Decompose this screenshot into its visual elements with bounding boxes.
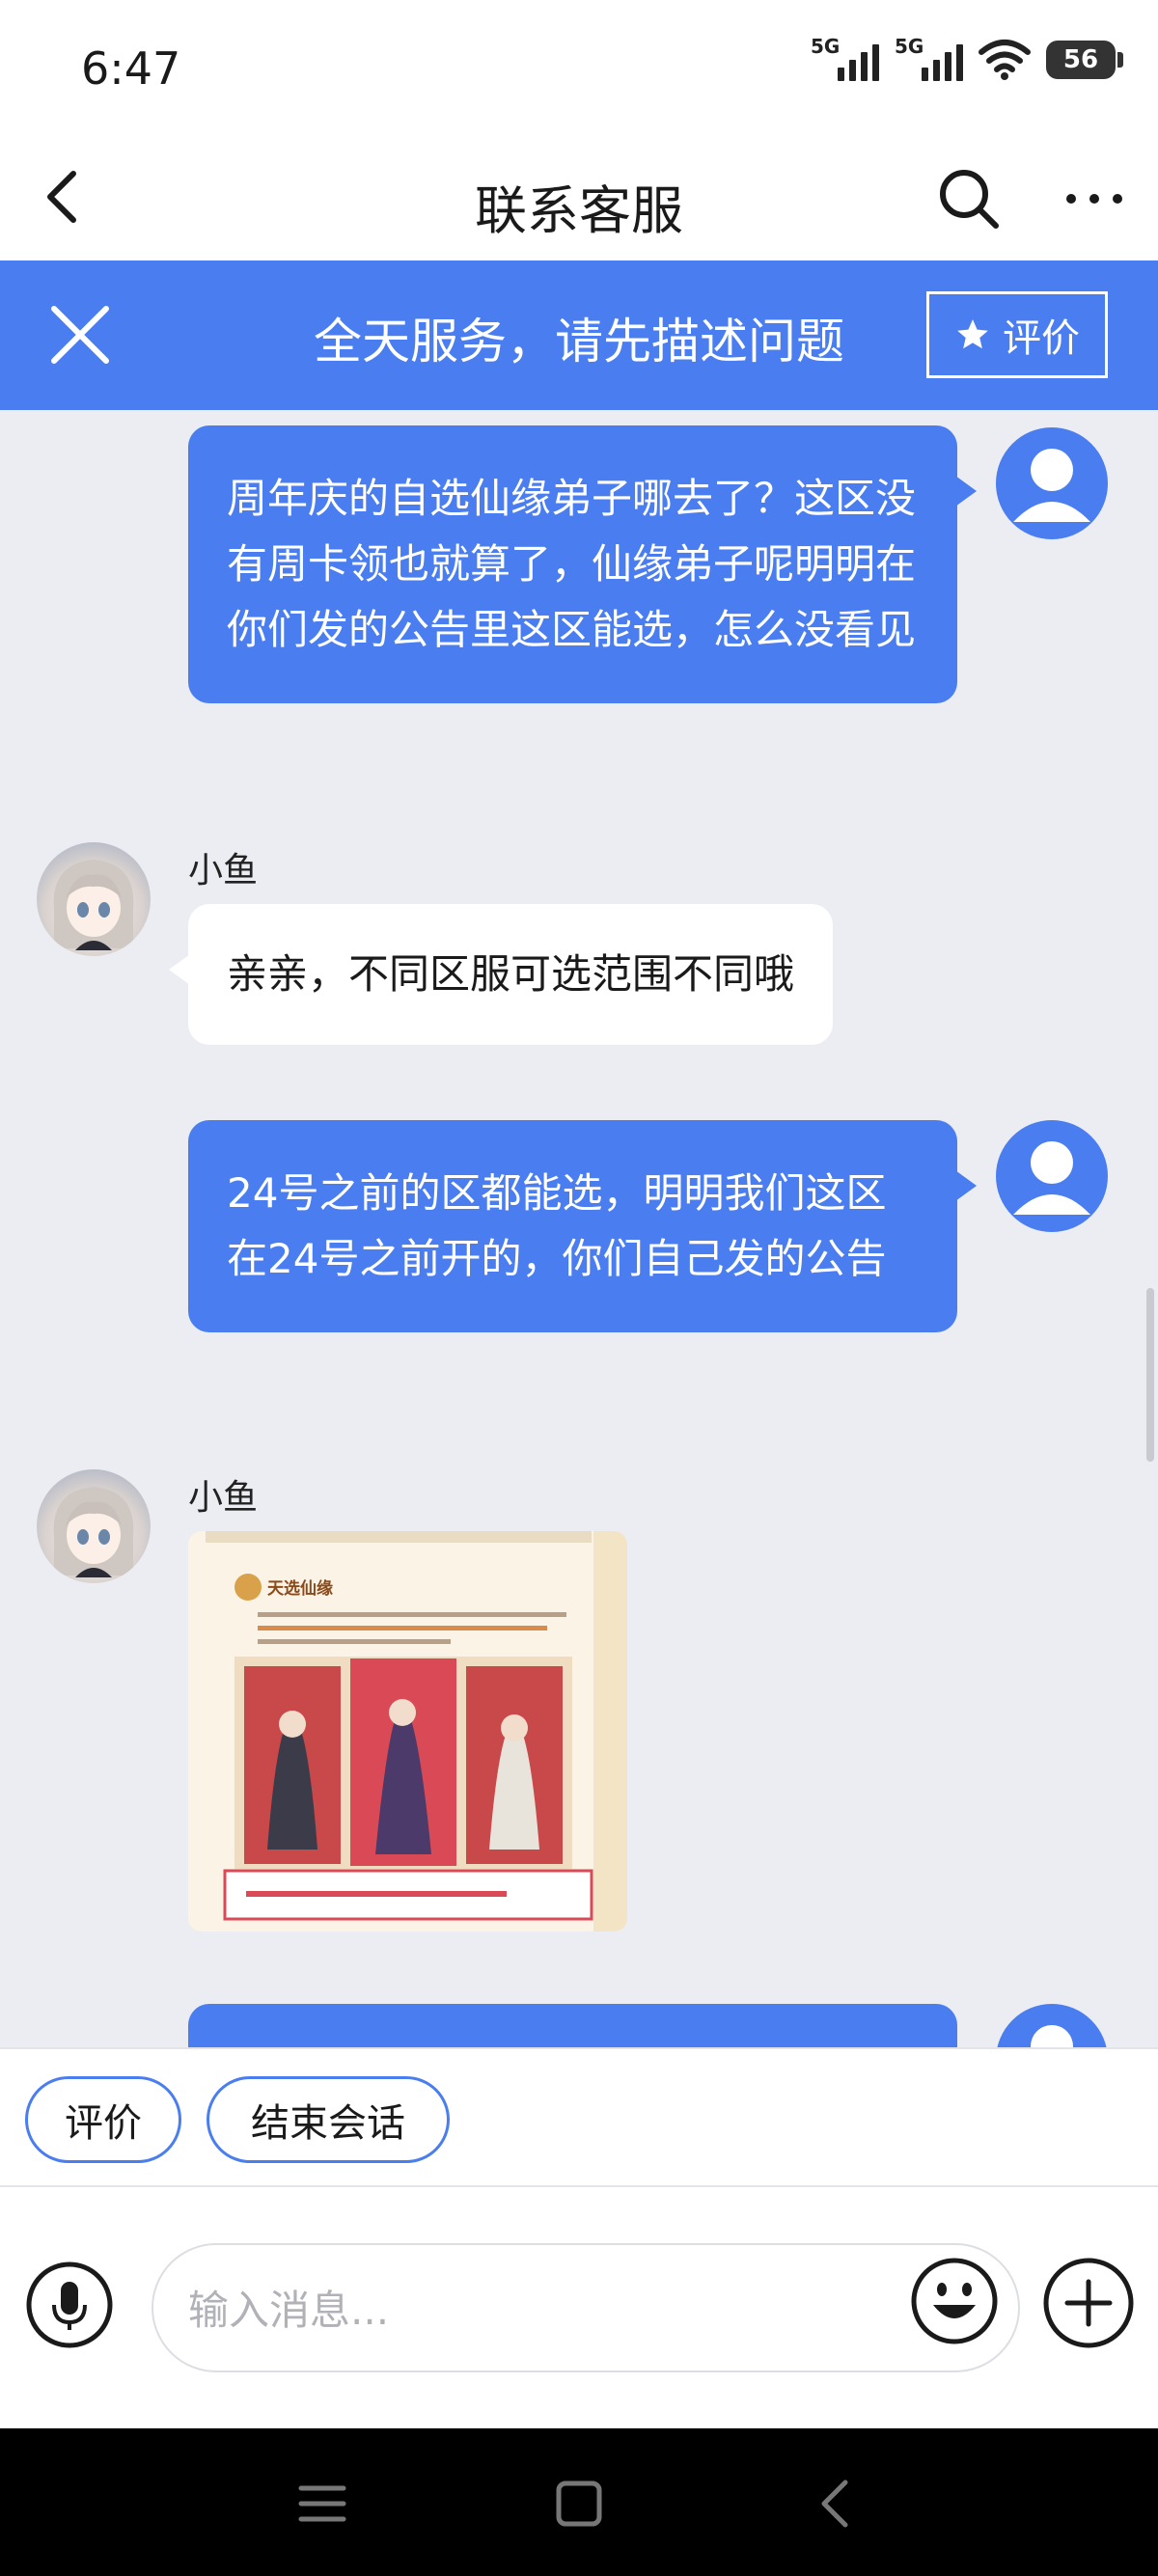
image-title: 天选仙缘 <box>267 1578 333 1599</box>
nav-bar: 联系客服 <box>0 135 1158 260</box>
banner-text: 全天服务，请先描述问题 <box>314 314 844 370</box>
anime-avatar-icon <box>53 860 134 950</box>
plus-icon[interactable] <box>1042 2257 1135 2349</box>
back-nav-icon[interactable] <box>809 2475 867 2533</box>
user-message-bubble <box>188 2004 957 2047</box>
agent-name: 小鱼 <box>188 851 259 891</box>
search-icon[interactable] <box>934 164 1004 233</box>
image-message[interactable]: 天选仙缘 <box>188 1531 627 1932</box>
rate-chip[interactable]: 评价 <box>25 2076 181 2163</box>
message-text: 24号之前的区都能选，明明我们这区在24号之前开的，你们自己发的公告 <box>227 1169 887 1282</box>
home-icon[interactable] <box>550 2475 608 2533</box>
battery-icon: 56 <box>1046 41 1123 79</box>
agent-message-bubble: 亲亲，不同区服可选范围不同哦 <box>168 904 834 1045</box>
more-icon[interactable] <box>1060 164 1129 233</box>
user-icon <box>1013 449 1090 522</box>
user-message-bubble: 周年庆的自选仙缘弟子哪去了？这区没有周卡领也就算了，仙缘弟子呢明明在你们发的公告… <box>188 425 977 703</box>
system-nav-bar <box>0 2428 1158 2576</box>
message-text: 周年庆的自选仙缘弟子哪去了？这区没有周卡领也就算了，仙缘弟子呢明明在你们发的公告… <box>227 475 917 653</box>
agent-avatar[interactable] <box>37 1469 151 1583</box>
quick-actions-bar: 评价 结束会话 <box>0 2047 1158 2187</box>
star-icon <box>957 319 988 349</box>
user-icon <box>1013 1141 1090 1215</box>
rate-button[interactable]: 评价 <box>926 291 1108 378</box>
user-avatar[interactable] <box>996 2004 1108 2047</box>
message-input[interactable] <box>188 2278 922 2342</box>
user-message-bubble: 24号之前的区都能选，明明我们这区在24号之前开的，你们自己发的公告 <box>188 1120 977 1332</box>
cell-signal-icon: 5G <box>811 35 879 81</box>
close-icon[interactable] <box>48 303 112 367</box>
agent-name: 小鱼 <box>188 1478 259 1518</box>
wifi-icon <box>979 40 1031 80</box>
status-icons: 5G 5G 56 <box>811 35 1123 81</box>
cell-signal-icon-2: 5G <box>895 35 963 81</box>
end-session-chip[interactable]: 结束会话 <box>207 2076 450 2163</box>
agent-avatar[interactable] <box>37 842 151 956</box>
message-input-field[interactable] <box>152 2243 1020 2372</box>
user-avatar[interactable] <box>996 427 1108 539</box>
chip-label: 评价 <box>65 2101 142 2146</box>
user-icon <box>1031 2025 1073 2047</box>
service-banner: 全天服务，请先描述问题 评价 <box>0 260 1158 410</box>
chip-label: 结束会话 <box>251 2101 405 2146</box>
announcement-image: 天选仙缘 <box>188 1531 627 1932</box>
chat-scrollbar[interactable] <box>1146 1288 1154 1462</box>
rate-button-label: 评价 <box>1003 316 1080 361</box>
input-bar <box>0 2187 1158 2428</box>
status-time: 6:47 <box>81 42 181 95</box>
message-text: 亲亲，不同区服可选范围不同哦 <box>227 950 795 998</box>
user-avatar[interactable] <box>996 1120 1108 1232</box>
anime-avatar-icon <box>53 1487 134 1577</box>
microphone-icon[interactable] <box>25 2261 114 2349</box>
chat-area[interactable]: 周年庆的自选仙缘弟子哪去了？这区没有周卡领也就算了，仙缘弟子呢明明在你们发的公告… <box>0 410 1158 2047</box>
menu-icon[interactable] <box>293 2475 351 2533</box>
status-bar: 6:47 5G 5G 56 <box>0 0 1158 135</box>
emoji-icon[interactable] <box>910 2257 999 2345</box>
